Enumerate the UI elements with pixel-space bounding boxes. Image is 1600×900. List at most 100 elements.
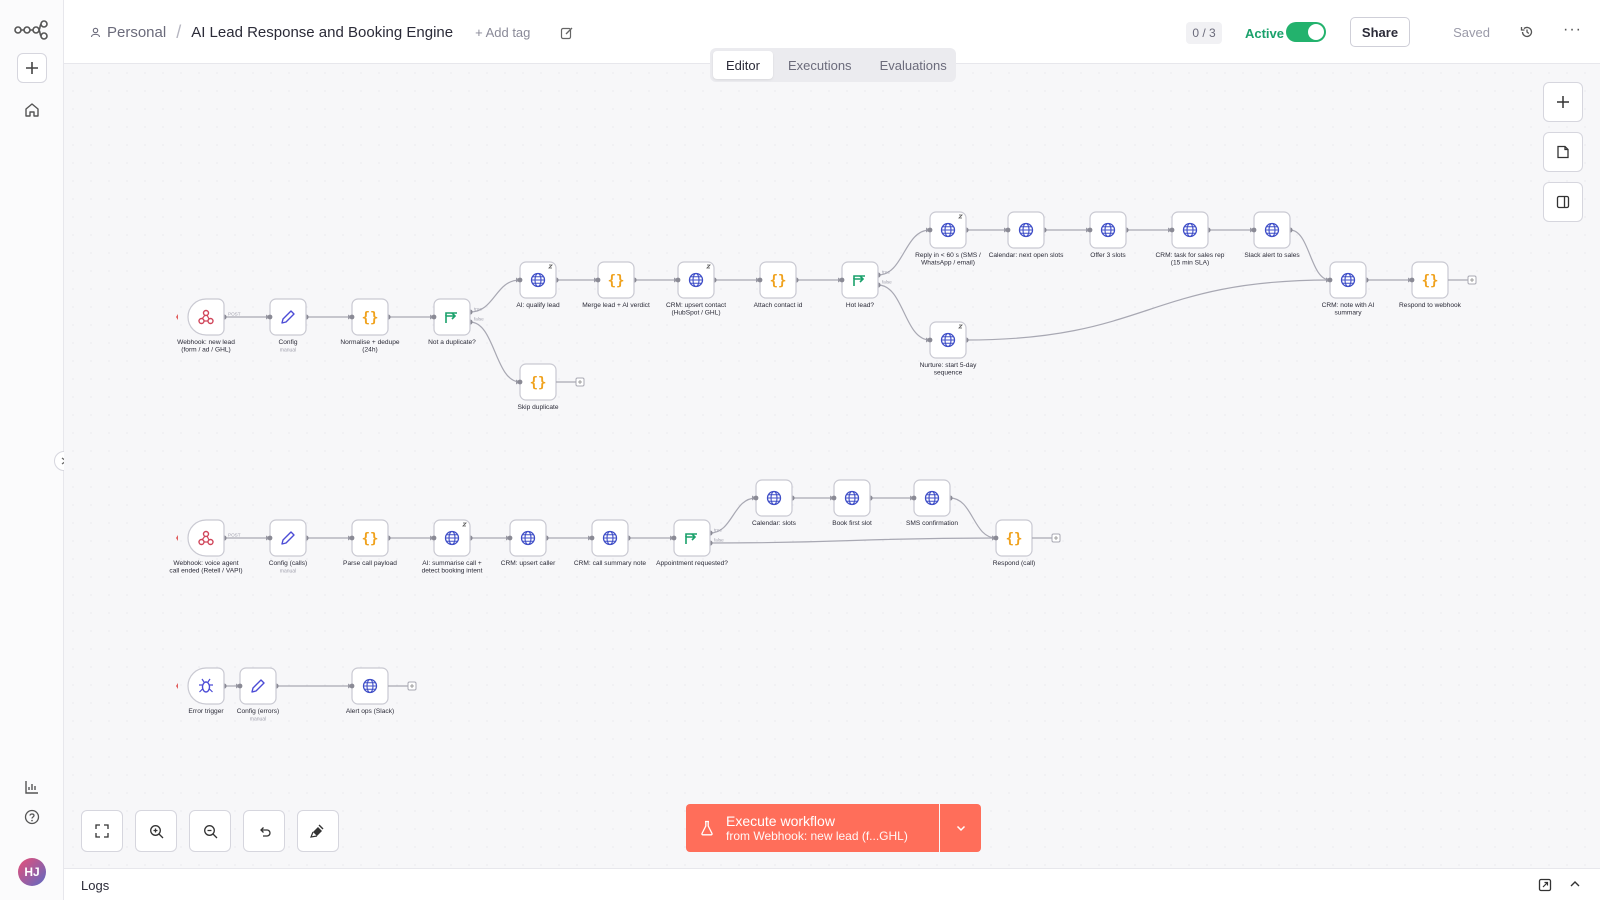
- workflow-node-cfg3[interactable]: Config (errors) manual: [237, 667, 280, 723]
- active-toggle[interactable]: [1286, 22, 1326, 42]
- workflow-node-sms[interactable]: SMS confirmation: [906, 479, 958, 527]
- input-handle[interactable]: [267, 535, 273, 541]
- code-node-icon: {}: [1422, 273, 1439, 289]
- zoom-in-button[interactable]: [135, 810, 177, 852]
- input-handle[interactable]: [831, 495, 837, 501]
- input-handle[interactable]: [1409, 277, 1415, 283]
- tab-editor[interactable]: Editor: [713, 51, 773, 79]
- node-sublabel: manual: [250, 717, 266, 723]
- workflow-canvas[interactable]: [64, 64, 1600, 868]
- input-handle[interactable]: [595, 277, 601, 283]
- input-handle[interactable]: [839, 277, 845, 283]
- production-checklist-counter[interactable]: 0 / 3: [1186, 22, 1222, 44]
- http-node-icon: [444, 530, 460, 546]
- home-icon[interactable]: [22, 100, 42, 120]
- input-handle[interactable]: [517, 379, 523, 385]
- input-handle[interactable]: [911, 495, 917, 501]
- left-rail: HJ: [0, 0, 74, 900]
- panel-icon: [1556, 195, 1570, 209]
- input-handle[interactable]: [431, 314, 437, 320]
- bar-chart-icon[interactable]: [22, 777, 42, 797]
- input-handle[interactable]: [753, 495, 759, 501]
- tab-executions[interactable]: Executions: [775, 51, 865, 79]
- pop-out-icon[interactable]: [1538, 878, 1552, 892]
- input-handle[interactable]: [1327, 277, 1333, 283]
- workflow-node-cfg2[interactable]: Config (calls) manual: [267, 519, 308, 575]
- workflow-node-book[interactable]: Book first slot: [831, 479, 872, 527]
- workflow-node-dup[interactable]: Not a duplicate?: [428, 298, 476, 346]
- chevron-up-icon[interactable]: [1568, 877, 1582, 891]
- node-label: CRM: call summary note: [574, 560, 647, 567]
- code-node-icon: {}: [1006, 531, 1023, 547]
- help-circle-icon[interactable]: [22, 807, 42, 827]
- svg-text:{}: {}: [608, 273, 625, 289]
- input-handle[interactable]: [349, 683, 355, 689]
- logs-label: Logs: [81, 878, 110, 893]
- input-handle[interactable]: [267, 314, 273, 320]
- input-handle[interactable]: [993, 535, 999, 541]
- input-handle[interactable]: [1087, 227, 1093, 233]
- node-label: Normalise + dedupe: [340, 339, 400, 346]
- execute-workflow-button[interactable]: Execute workflow from Webhook: new lead …: [686, 804, 939, 852]
- zoom-out-button[interactable]: [189, 810, 231, 852]
- active-label: Active: [1244, 26, 1284, 41]
- avatar[interactable]: HJ: [18, 858, 46, 886]
- input-handle[interactable]: [757, 277, 763, 283]
- input-handle[interactable]: [675, 277, 681, 283]
- add-node-button[interactable]: [1543, 82, 1583, 122]
- tidy-up-button[interactable]: [297, 810, 339, 852]
- workflow-title[interactable]: AI Lead Response and Booking Engine: [191, 24, 453, 41]
- input-handle[interactable]: [671, 535, 677, 541]
- node-label: Webhook: new lead: [177, 339, 235, 346]
- node-label: Config (errors): [237, 708, 280, 715]
- node-label: (24h): [362, 347, 377, 354]
- workflow-node-hot[interactable]: Hot lead?: [839, 261, 879, 309]
- add-tag-button[interactable]: + Add tag: [475, 25, 530, 40]
- node-label: Config: [278, 339, 297, 346]
- add-workflow-button[interactable]: [17, 53, 47, 83]
- input-handle[interactable]: [349, 535, 355, 541]
- input-handle[interactable]: [1005, 227, 1011, 233]
- workflow-node-aiq[interactable]: AI: qualify lead: [516, 261, 560, 309]
- edit-description-icon[interactable]: [560, 26, 574, 40]
- more-dots-icon[interactable]: ···: [1563, 21, 1582, 39]
- node-label: Reply in < 60 s (SMS /: [915, 252, 981, 259]
- node-label: (form / ad / GHL): [181, 347, 230, 354]
- input-handle[interactable]: [1251, 227, 1257, 233]
- workspace-link[interactable]: Personal: [90, 24, 166, 41]
- http-node-icon: [602, 530, 618, 546]
- node-label: Error trigger: [188, 708, 224, 715]
- input-handle[interactable]: [431, 535, 437, 541]
- tab-evaluations[interactable]: Evaluations: [867, 51, 960, 79]
- input-handle[interactable]: [237, 683, 243, 689]
- execute-trigger-dropdown[interactable]: [940, 804, 981, 852]
- add-sticky-note-button[interactable]: [1543, 132, 1583, 172]
- sticky-note-icon: [1557, 145, 1569, 159]
- workflow-node-offer[interactable]: Offer 3 slots: [1087, 211, 1127, 259]
- http-node-icon: [844, 490, 860, 506]
- input-handle[interactable]: [507, 535, 513, 541]
- workflow-node-attach[interactable]: {} Attach contact id: [754, 261, 803, 309]
- toggle-panel-button[interactable]: [1543, 182, 1583, 222]
- svg-text:{}: {}: [530, 375, 547, 391]
- svg-text:{}: {}: [362, 531, 379, 547]
- input-handle[interactable]: [927, 227, 933, 233]
- n8n-logo-icon[interactable]: [14, 18, 48, 42]
- http-node-icon: [520, 530, 536, 546]
- input-handle[interactable]: [517, 277, 523, 283]
- node-sublabel: manual: [280, 569, 296, 575]
- input-handle[interactable]: [349, 314, 355, 320]
- input-handle[interactable]: [927, 337, 933, 343]
- undo-button[interactable]: [243, 810, 285, 852]
- svg-text:{}: {}: [1422, 273, 1439, 289]
- http-node-icon: [1264, 222, 1280, 238]
- input-handle[interactable]: [589, 535, 595, 541]
- zoom-to-fit-button[interactable]: [81, 810, 123, 852]
- workflow-node-cal2[interactable]: Calendar: slots: [752, 479, 797, 527]
- input-handle[interactable]: [1169, 227, 1175, 233]
- breadcrumb: Personal / AI Lead Response and Booking …: [90, 22, 574, 43]
- share-button[interactable]: Share: [1350, 17, 1410, 47]
- node-label: Calendar: slots: [752, 520, 797, 527]
- history-icon[interactable]: [1518, 23, 1536, 41]
- logs-panel-bar[interactable]: Logs: [64, 868, 1600, 900]
